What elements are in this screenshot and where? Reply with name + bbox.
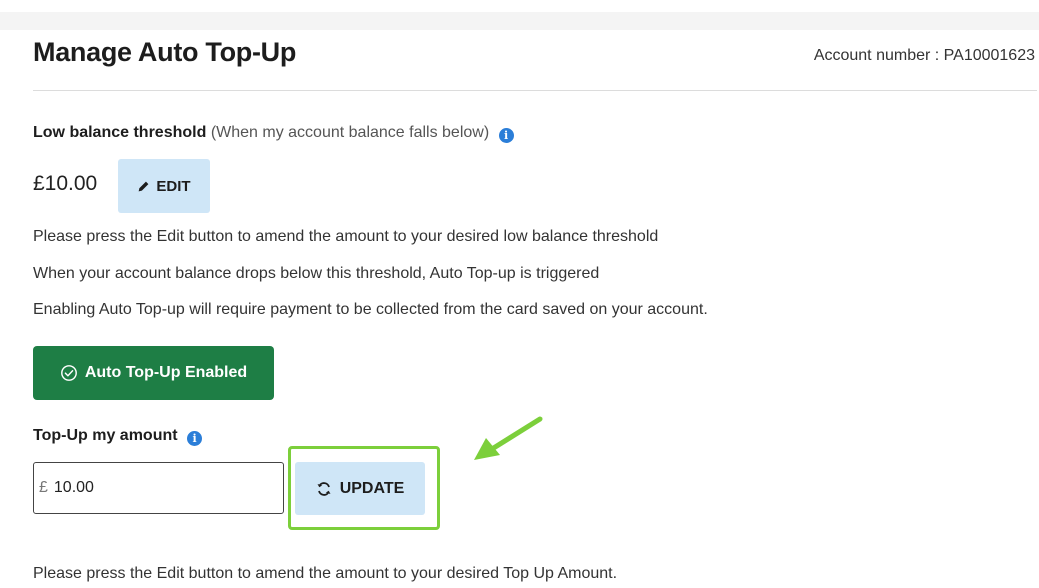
pencil-icon <box>139 181 149 191</box>
threshold-label-title: Low balance threshold <box>33 124 207 141</box>
info-icon[interactable]: i <box>187 431 203 446</box>
top-band <box>0 12 1039 30</box>
update-button-label: UPDATE <box>339 479 405 497</box>
instruction-text: Enabling Auto Top-up will require paymen… <box>33 301 708 318</box>
threshold-amount: £10.00 <box>33 172 98 195</box>
divider <box>33 90 1037 91</box>
topup-amount-input[interactable] <box>53 479 234 497</box>
refresh-icon <box>317 481 331 496</box>
topup-amount-field[interactable]: £ <box>33 462 284 514</box>
page-title: Manage Auto Top-Up <box>33 37 297 67</box>
edit-button[interactable]: EDIT <box>118 159 210 213</box>
account-number: Account number : PA10001623 <box>813 47 1035 64</box>
info-icon[interactable]: i <box>498 128 514 143</box>
edit-button-label: EDIT <box>156 177 191 195</box>
footer-instruction: Please press the Edit button to amend th… <box>33 565 618 582</box>
instruction-text: When your account balance drops below th… <box>33 265 600 282</box>
topup-amount-label: Top-Up my amount i <box>33 427 203 446</box>
auto-topup-enabled-button[interactable]: Auto Top-Up Enabled <box>33 346 274 400</box>
threshold-label-note: (When my account balance falls below) <box>210 124 490 141</box>
check-circle-icon <box>60 365 77 381</box>
instruction-text: Please press the Edit button to amend th… <box>33 228 659 245</box>
auto-topup-enabled-label: Auto Top-Up Enabled <box>84 364 248 381</box>
update-button[interactable]: UPDATE <box>295 462 425 515</box>
topup-amount-label-text: Top-Up my amount <box>33 427 178 444</box>
currency-symbol: £ <box>39 479 48 496</box>
threshold-label: Low balance threshold (When my account b… <box>33 124 514 143</box>
arrow-annotation-icon <box>474 416 543 460</box>
